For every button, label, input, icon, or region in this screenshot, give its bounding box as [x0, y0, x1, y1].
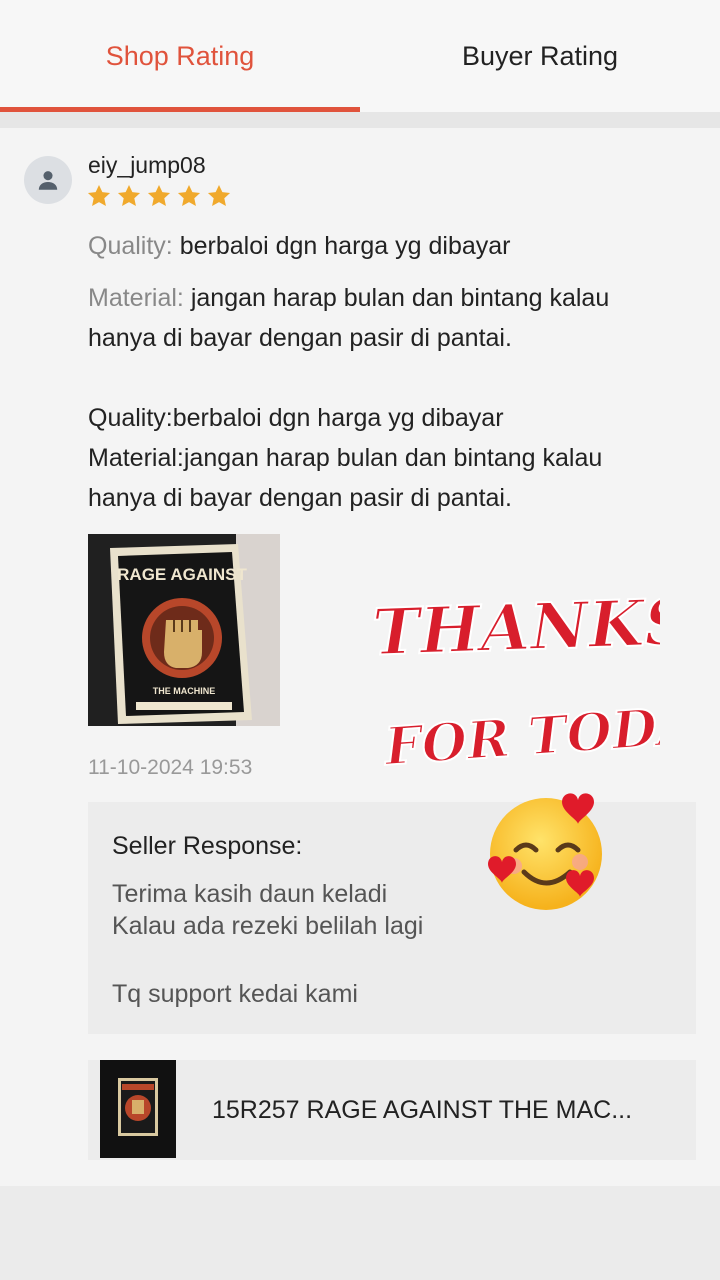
tab-buyer-rating[interactable]: Buyer Rating [360, 0, 720, 112]
star-icon [147, 184, 171, 206]
product-name[interactable]: 15R257 RAGE AGAINST THE MAC... [212, 1096, 632, 1125]
product-thumbnail[interactable] [100, 1060, 176, 1158]
material-value: jangan harap bulan dan bintang kalau [190, 284, 610, 312]
seller-response-line: Tq support kedai kami [112, 980, 358, 1008]
seller-response-line: Kalau ada rezeki belilah lagi [112, 912, 424, 940]
seller-response-line: Terima kasih daun keladi [112, 880, 388, 908]
star-icon [207, 184, 231, 206]
bottom-area [0, 1186, 720, 1280]
tab-shop-rating[interactable]: Shop Rating [0, 0, 360, 112]
star-rating [86, 183, 232, 209]
sticker-line-1: THANKS [371, 585, 660, 671]
thanks-sticker: THANKS FOR TODAY [370, 584, 660, 779]
quality-label: Quality: [88, 232, 173, 260]
star-icon [117, 184, 141, 206]
material-label: Material: [88, 284, 184, 312]
review-body-line: Quality:berbaloi dgn harga yg dibayar [88, 404, 504, 432]
star-icon [177, 184, 201, 206]
reviewer-username[interactable]: eiy_jump08 [88, 152, 206, 179]
print-subtitle: THE MACHINE [153, 686, 216, 696]
rating-tabs: Shop Rating Buyer Rating [0, 0, 720, 112]
smiling-hearts-emoji-icon [488, 793, 602, 910]
review-body-line: Material:jangan harap bulan dan bintang … [88, 444, 603, 472]
print-title: RAGE AGAINST [117, 565, 247, 584]
review-photo[interactable]: RAGE AGAINST THE MACHINE [88, 534, 280, 726]
divider [0, 112, 720, 128]
material-value-cont: hanya di bayar dengan pasir di pantai. [88, 324, 512, 352]
sticker-line-2: FOR TODAY [381, 692, 660, 778]
review-body-line: hanya di bayar dengan pasir di pantai. [88, 484, 512, 512]
star-icon [87, 184, 111, 206]
tshirt-print-image: RAGE AGAINST THE MACHINE [88, 534, 280, 726]
review-date: 11-10-2024 19:53 [88, 756, 253, 779]
material-attribute: Material: jangan harap bulan dan bintang… [88, 278, 609, 318]
quality-attribute: Quality: berbaloi dgn harga yg dibayar [88, 226, 511, 266]
seller-response-title: Seller Response: [112, 832, 303, 860]
tshirt-icon [100, 1060, 176, 1158]
quality-value: berbaloi dgn harga yg dibayar [179, 232, 511, 260]
user-icon [38, 171, 58, 190]
avatar[interactable] [24, 156, 72, 204]
